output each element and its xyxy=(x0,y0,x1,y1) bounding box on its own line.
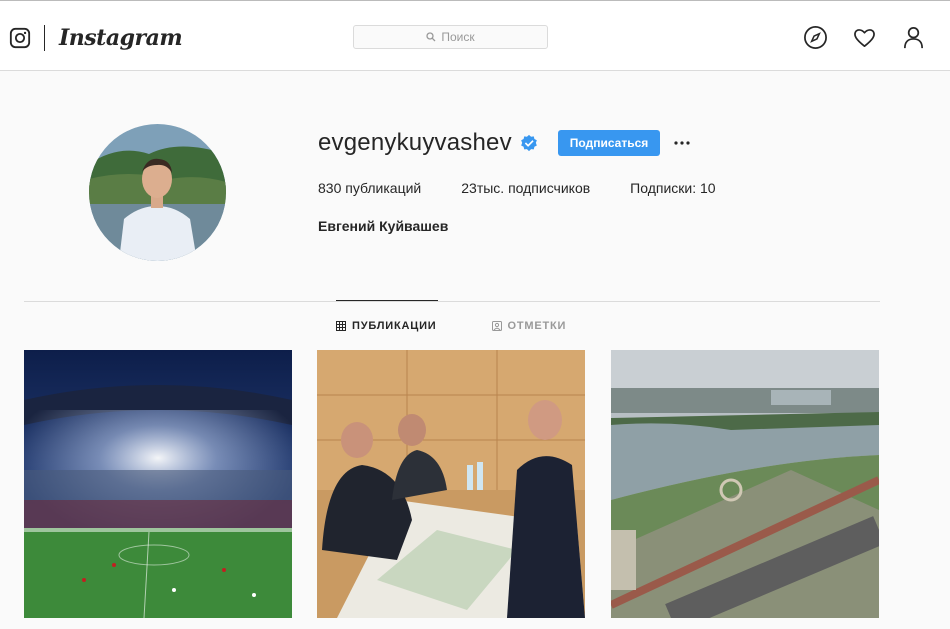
tab-tagged[interactable]: ОТМЕТКИ xyxy=(491,320,567,332)
following-count-value: 10 xyxy=(700,180,716,196)
tabs-divider xyxy=(24,301,880,302)
more-options-icon[interactable] xyxy=(674,141,690,145)
followers-count-value: 23тыс. xyxy=(461,180,505,196)
post-thumbnail[interactable] xyxy=(317,350,585,618)
follow-button[interactable]: Подписаться xyxy=(557,130,661,156)
following-count-label: Подписки: xyxy=(630,180,697,196)
post-thumbnail[interactable] xyxy=(24,350,292,618)
grid-icon xyxy=(336,321,346,331)
full-name: Евгений Куйвашев xyxy=(318,218,449,234)
tab-posts-label: ПУБЛИКАЦИИ xyxy=(352,320,437,332)
profile-header: evgenykuyvashev Подписаться xyxy=(318,129,690,157)
tagged-icon xyxy=(491,321,502,331)
search-placeholder: Поиск xyxy=(441,30,475,44)
profile-tabs: ПУБЛИКАЦИИ ОТМЕТКИ xyxy=(336,320,621,332)
profile-avatar[interactable] xyxy=(89,124,226,261)
avatar-photo xyxy=(89,124,226,261)
profile-stats: 830 публикаций 23тыс. подписчиков Подпис… xyxy=(318,180,756,196)
following-count[interactable]: Подписки: 10 xyxy=(630,180,715,196)
logo-wordmark: Instagram xyxy=(59,25,183,51)
top-navbar: Instagram Поиск xyxy=(0,0,950,71)
verified-badge-icon xyxy=(520,134,537,152)
post-image-meeting xyxy=(317,350,585,618)
tab-tagged-label: ОТМЕТКИ xyxy=(507,320,567,332)
username: evgenykuyvashev xyxy=(318,129,512,156)
compass-icon[interactable] xyxy=(803,25,828,50)
nav-icons xyxy=(803,25,926,50)
followers-count[interactable]: 23тыс. подписчиков xyxy=(461,180,590,196)
post-thumbnail[interactable] xyxy=(611,350,879,618)
followers-count-label: подписчиков xyxy=(508,180,591,196)
instagram-glyph-icon xyxy=(9,27,31,49)
logo[interactable]: Instagram xyxy=(9,25,183,51)
posts-count: 830 публикаций xyxy=(318,180,421,196)
search-icon xyxy=(426,32,436,42)
logo-divider xyxy=(44,25,45,51)
search-input[interactable]: Поиск xyxy=(353,25,548,49)
user-icon[interactable] xyxy=(901,25,926,50)
active-tab-indicator xyxy=(336,300,438,301)
posts-count-label: публикаций xyxy=(345,180,422,196)
post-image-stadium xyxy=(24,350,292,618)
post-image-city xyxy=(611,350,879,618)
posts-count-value: 830 xyxy=(318,180,342,196)
tab-posts[interactable]: ПУБЛИКАЦИИ xyxy=(336,320,437,332)
heart-icon[interactable] xyxy=(852,25,877,50)
